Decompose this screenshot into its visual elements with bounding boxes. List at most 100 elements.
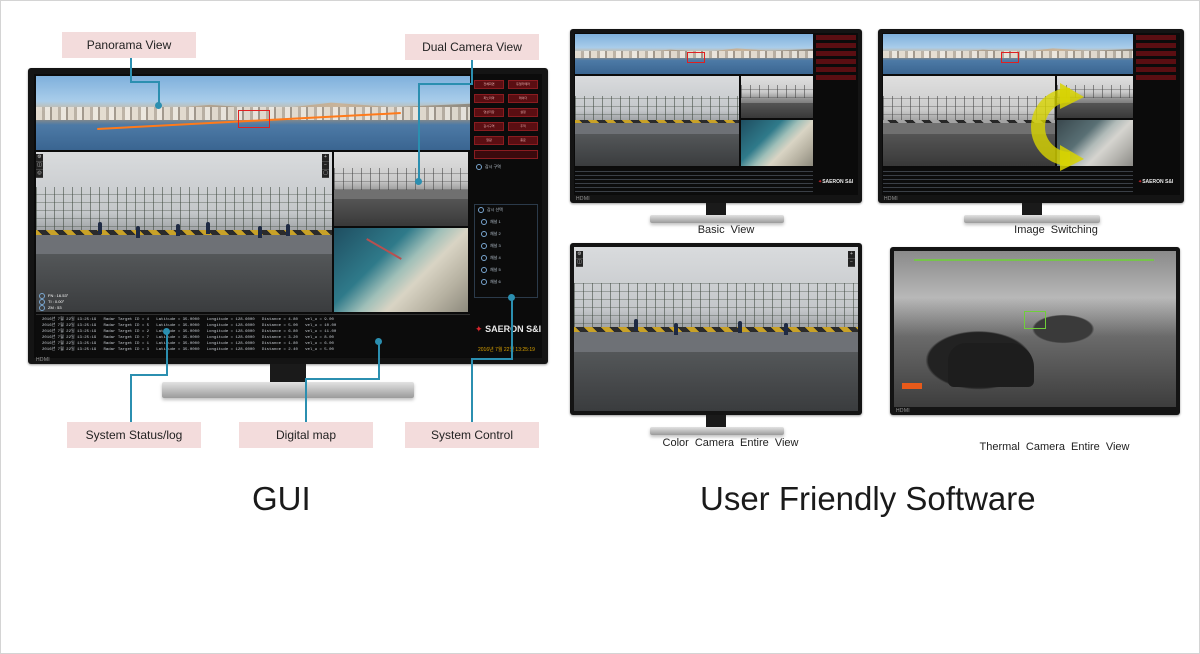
dual-camera-fence — [334, 168, 468, 191]
control-button[interactable]: 파노라마 — [474, 94, 504, 103]
main-monitor: 전체화면 듀얼카메라 파노라마 레이더 영상저장 설정 감시구역 추적 알람 종… — [28, 68, 548, 364]
basic-logo: ✦SAERON S&I — [818, 179, 853, 185]
callout-system-control: System Control — [405, 422, 539, 448]
connector-control — [471, 358, 513, 360]
zoom-out-icon[interactable]: − — [322, 162, 329, 170]
main-camera-view[interactable]: FN : 16.53° TI : 0.00° ZM : 53 — [36, 152, 332, 312]
basic-panorama-box — [687, 52, 705, 63]
color-camera-person — [784, 323, 788, 335]
channel-option[interactable]: 채널 2 — [481, 231, 501, 237]
main-camera-toolbar: ⚙ ◫ ◎ — [36, 154, 43, 178]
switching-panorama — [883, 34, 1133, 74]
ptz-icon[interactable]: ◎ — [36, 170, 43, 178]
thermal-camera-screen — [894, 251, 1176, 407]
control-wide-button[interactable] — [474, 150, 538, 159]
connector-map — [305, 378, 380, 380]
zoom-in-icon[interactable]: + — [848, 251, 855, 259]
direction-arrow-icon — [902, 383, 922, 389]
camera-person — [206, 222, 210, 234]
basic-view-monitor: ✦SAERON S&I HDMI — [570, 29, 862, 203]
control-button[interactable]: 레이더 — [508, 94, 538, 103]
monitor-brand: HDMI — [36, 357, 50, 363]
camera-ground — [36, 254, 332, 312]
dual-camera-wall — [334, 190, 468, 200]
control-button[interactable]: 감시구역 — [474, 122, 504, 131]
channel-option[interactable]: 채널 4 — [481, 255, 501, 261]
control-button[interactable]: 알람 — [474, 136, 504, 145]
basic-panorama — [575, 34, 813, 74]
connector-status — [166, 332, 168, 376]
caption-basic-view: Basic View — [697, 224, 755, 236]
connector-status-dot — [163, 328, 170, 335]
channel-option[interactable]: 채널 3 — [481, 243, 501, 249]
dual-camera-view[interactable] — [334, 152, 468, 226]
connector-status — [130, 374, 168, 376]
camera-wall — [36, 235, 332, 255]
channel-list-header: 감시 선택 — [478, 207, 503, 213]
switching-logo-text: SAERON S&I — [1142, 179, 1174, 185]
basic-camera-ground — [575, 133, 739, 166]
connector-map-dot — [375, 338, 382, 345]
basic-camera-wall — [575, 122, 739, 134]
control-button[interactable]: 듀얼카메라 — [508, 80, 538, 89]
reset-icon[interactable]: ▢ — [322, 170, 329, 178]
log-line: 2016년 7월 22일 13:25:19 Radar Target ID = … — [42, 348, 334, 352]
switching-controls — [1136, 35, 1176, 81]
basic-log — [575, 168, 813, 194]
connector-status — [130, 376, 132, 422]
settings-icon[interactable]: ⚙ — [576, 251, 583, 259]
basic-logo-text: SAERON S&I — [822, 179, 854, 185]
connector-map — [378, 342, 380, 380]
layers-icon[interactable]: ◫ — [36, 162, 43, 170]
basic-controls — [816, 35, 856, 81]
thermal-hud-scale — [914, 259, 1154, 261]
camera-person — [136, 226, 140, 238]
logo-text: SAERON S&I — [485, 324, 542, 334]
map-vessel-marker — [366, 238, 402, 260]
section-title-gui: GUI — [252, 480, 311, 517]
control-button[interactable]: 설정 — [508, 108, 538, 117]
color-camera-wall — [574, 332, 858, 352]
layers-icon[interactable]: ◫ — [576, 259, 583, 267]
color-camera-base — [650, 427, 784, 435]
channel-option[interactable]: 채널 6 — [481, 279, 501, 285]
callout-panorama-view: Panorama View — [62, 32, 196, 58]
connector-panorama — [130, 58, 132, 82]
caption-color-camera: Color Camera Entire View — [662, 437, 799, 449]
camera-overlay-zoom: ZM : 53 — [39, 305, 62, 311]
basic-thermal-fence — [741, 85, 813, 98]
zoom-in-icon[interactable]: + — [322, 154, 329, 162]
control-button[interactable]: 추적 — [508, 122, 538, 131]
connector-dual-camera — [418, 83, 420, 182]
thermal-camera-monitor: HDMI — [890, 247, 1180, 415]
basic-thermal — [741, 76, 813, 118]
caption-image-switching: Image Switching — [1014, 224, 1098, 236]
connector-dual-camera — [471, 60, 473, 84]
thermal-target-box — [1024, 311, 1046, 329]
control-button[interactable]: 영상저장 — [474, 108, 504, 117]
panorama-focus-box[interactable] — [238, 110, 270, 128]
basic-thermal-ground — [741, 102, 813, 118]
control-button[interactable]: 전체화면 — [474, 80, 504, 89]
callout-digital-map: Digital map — [239, 422, 373, 448]
settings-icon[interactable]: ⚙ — [36, 154, 43, 162]
channel-option[interactable]: 채널 1 — [481, 219, 501, 225]
callout-system-status: System Status/log — [67, 422, 201, 448]
control-button[interactable]: 종료 — [508, 136, 538, 145]
digital-map-view[interactable] — [334, 228, 468, 312]
color-camera-toolbar: ⚙ ◫ — [576, 251, 583, 267]
switching-panorama-box — [1001, 52, 1019, 63]
control-header: 감시 구역 — [476, 164, 501, 170]
color-camera-person — [674, 323, 678, 335]
color-camera-person — [634, 319, 638, 331]
basic-brand: HDMI — [576, 196, 590, 202]
color-camera-neck — [706, 415, 726, 427]
channel-option[interactable]: 채널 5 — [481, 267, 501, 273]
zoom-out-icon[interactable]: − — [848, 259, 855, 267]
camera-person — [98, 222, 102, 234]
panorama-view[interactable] — [36, 76, 470, 150]
thermal-camera-full-view — [894, 251, 1176, 407]
basic-view-screen: ✦SAERON S&I — [574, 33, 858, 195]
main-camera-zoom-toolbar: + − ▢ — [322, 154, 329, 178]
swap-arrows-icon — [1031, 83, 1084, 171]
